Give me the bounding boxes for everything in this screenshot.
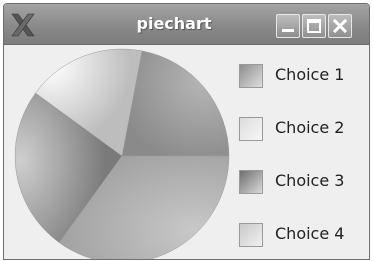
legend-item-choice-1[interactable]: Choice 1: [239, 62, 364, 88]
pie-slices: [14, 48, 230, 259]
maximize-icon: [307, 19, 321, 33]
legend-swatch: [239, 223, 263, 247]
legend-item-choice-2[interactable]: Choice 2: [239, 115, 364, 141]
pie-chart: [14, 48, 230, 259]
legend-swatch: [239, 170, 263, 194]
title-bar[interactable]: piechart: [4, 4, 369, 45]
window-content: Choice 1 Choice 2 Choice 3 Choice 4: [4, 45, 369, 259]
window-title: piechart: [136, 14, 212, 33]
legend-swatch: [239, 117, 263, 141]
maximize-button[interactable]: [302, 14, 326, 38]
app-window: piechart Choice 1 Choice 2 Choice 3 Choi…: [3, 3, 370, 260]
legend-swatch: [239, 64, 263, 88]
legend-label: Choice 4: [275, 224, 345, 243]
legend-label: Choice 3: [275, 171, 345, 190]
legend-item-choice-3[interactable]: Choice 3: [239, 168, 364, 194]
minimize-icon: [282, 29, 294, 32]
close-button[interactable]: [328, 14, 352, 38]
close-icon: [332, 18, 348, 34]
x-logo-icon[interactable]: [10, 12, 36, 38]
minimize-button[interactable]: [276, 14, 300, 38]
legend-label: Choice 1: [275, 65, 345, 84]
legend-label: Choice 2: [275, 118, 345, 137]
legend-item-choice-4[interactable]: Choice 4: [239, 221, 364, 247]
